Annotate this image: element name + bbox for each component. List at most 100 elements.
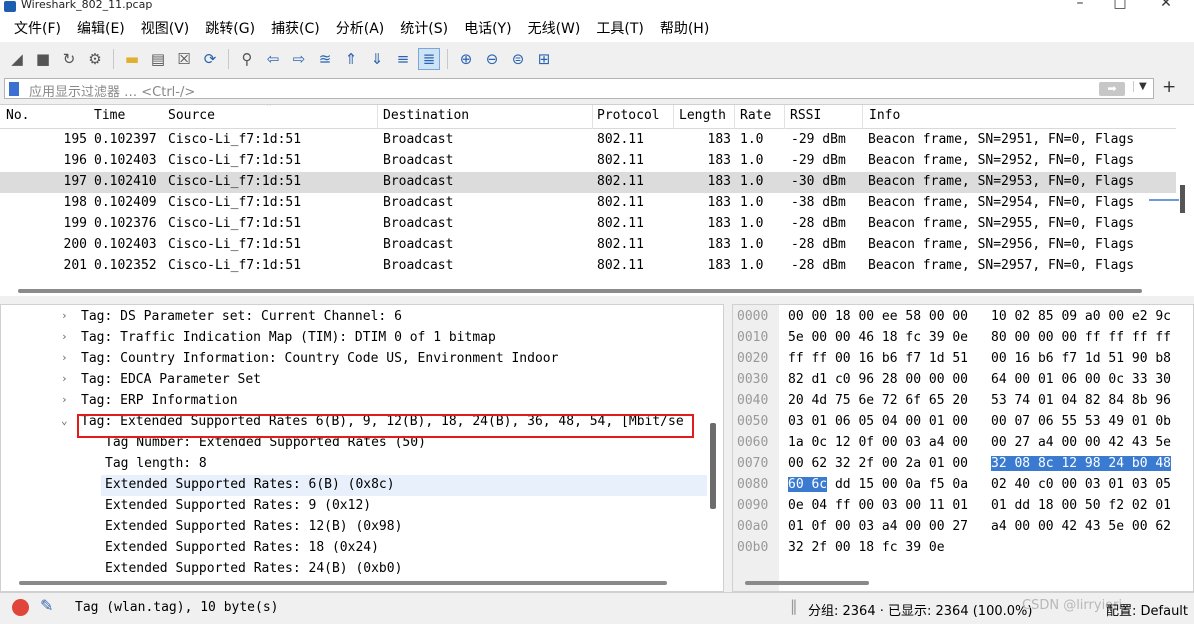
- hex-bytes-right[interactable]: 02 40 c0 00 03 01 03 05: [991, 477, 1171, 492]
- capture-comment-icon[interactable]: ✎: [40, 596, 53, 615]
- menu-tools[interactable]: 工具(T): [588, 18, 651, 38]
- hex-bytes-right[interactable]: 01 dd 18 00 50 f2 02 01: [991, 498, 1171, 513]
- packet-list-hscrollbar[interactable]: [18, 289, 1142, 293]
- expand-arrow-icon[interactable]: ›: [61, 330, 68, 343]
- hex-bytes-right[interactable]: 10 02 85 09 a0 00 e2 9c: [991, 309, 1171, 324]
- details-hscrollbar[interactable]: [19, 581, 667, 585]
- hex-bytes-right[interactable]: 53 74 01 04 82 84 8b 96: [991, 393, 1171, 408]
- menu-view[interactable]: 视图(V): [133, 18, 198, 38]
- open-folder-icon[interactable]: ▬: [121, 48, 143, 70]
- shark-fin-start-icon[interactable]: ◢: [6, 48, 28, 70]
- col-no[interactable]: No.: [6, 108, 29, 123]
- go-to-packet-icon[interactable]: ≊: [314, 48, 336, 70]
- save-file-icon[interactable]: ▤: [147, 48, 169, 70]
- hex-bytes-left[interactable]: ff ff 00 16 b6 f7 1d 51: [788, 351, 968, 366]
- detail-tree-item[interactable]: Extended Supported Rates: 6(B) (0x8c): [101, 475, 707, 496]
- minimize-button[interactable]: –: [1060, 0, 1100, 11]
- hex-bytes-right[interactable]: 00 07 06 55 53 49 01 0b: [991, 414, 1171, 429]
- col-source[interactable]: Source: [168, 108, 215, 123]
- hex-bytes-left[interactable]: 5e 00 00 46 18 fc 39 0e: [788, 330, 968, 345]
- zoom-in-icon[interactable]: ⊕: [455, 48, 477, 70]
- zoom-out-icon[interactable]: ⊖: [481, 48, 503, 70]
- menu-telephony[interactable]: 电话(Y): [456, 18, 519, 38]
- detail-tree-item[interactable]: › Tag: Traffic Indication Map (TIM): DTIM…: [1, 328, 709, 349]
- collapse-arrow-icon[interactable]: ⌄: [61, 414, 68, 427]
- hex-bytes-right[interactable]: 64 00 01 06 00 0c 33 30: [991, 372, 1171, 387]
- stop-icon[interactable]: ■: [32, 48, 54, 70]
- add-filter-button-icon[interactable]: +: [1162, 77, 1176, 97]
- menu-file[interactable]: 文件(F): [6, 18, 69, 38]
- details-scrollbar[interactable]: [710, 423, 716, 509]
- menu-statistics[interactable]: 统计(S): [392, 18, 456, 38]
- expand-arrow-icon[interactable]: ›: [61, 393, 68, 406]
- col-rssi[interactable]: RSSI: [790, 108, 821, 123]
- packet-bytes-pane[interactable]: 0000 00 00 18 00 ee 58 00 00 10 02 85 09 a…: [732, 304, 1194, 592]
- hex-bytes-left[interactable]: 1a 0c 12 0f 00 03 a4 00: [788, 435, 968, 450]
- bookmark-icon[interactable]: [9, 82, 19, 96]
- hex-bytes-right[interactable]: 80 00 00 00 ff ff ff ff: [991, 330, 1171, 345]
- close-file-icon[interactable]: ☒: [173, 48, 195, 70]
- packet-list-scrollbar[interactable]: [1180, 185, 1185, 213]
- detail-tree-item[interactable]: › Tag: EDCA Parameter Set: [1, 370, 709, 391]
- menu-help[interactable]: 帮助(H): [652, 18, 717, 38]
- col-protocol[interactable]: Protocol: [597, 108, 660, 123]
- status-profile[interactable]: 配置: Default: [1106, 600, 1188, 619]
- packet-row[interactable]: 196 0.102403 Cisco-Li_f7:1d:51 Broadcast 802…: [0, 151, 1176, 172]
- menu-edit[interactable]: 编辑(E): [69, 18, 133, 38]
- autoscroll-icon[interactable]: ≡: [392, 48, 414, 70]
- hex-bytes-left[interactable]: 00 00 18 00 ee 58 00 00: [788, 309, 968, 324]
- hex-bytes-right[interactable]: 00 16 b6 f7 1d 51 90 b8: [991, 351, 1171, 366]
- hex-bytes-left[interactable]: 01 0f 00 03 a4 00 00 27: [788, 519, 968, 534]
- hex-bytes-left[interactable]: 60 6c dd 15 00 0a f5 0a: [788, 477, 968, 492]
- hex-bytes-right[interactable]: 32 08 8c 12 98 24 b0 48: [991, 456, 1172, 471]
- packet-row[interactable]: 200 0.102403 Cisco-Li_f7:1d:51 Broadcast 802…: [0, 235, 1176, 256]
- detail-tree-item[interactable]: › Tag: Country Information: Country Code …: [1, 349, 709, 370]
- bytes-hscrollbar[interactable]: [745, 581, 869, 585]
- close-button[interactable]: ✕: [1146, 0, 1186, 11]
- menu-wireless[interactable]: 无线(W): [520, 18, 589, 38]
- maximize-button[interactable]: □: [1100, 0, 1140, 11]
- detail-tree-item[interactable]: Extended Supported Rates: 24(B) (0xb0): [1, 559, 709, 580]
- packet-list[interactable]: No. Time ⌃ Source Destination Protocol L…: [0, 104, 1194, 296]
- expand-arrow-icon[interactable]: ›: [61, 372, 68, 385]
- options-gear-icon[interactable]: ⚙: [84, 48, 106, 70]
- detail-tree-item[interactable]: Extended Supported Rates: 18 (0x24): [1, 538, 709, 559]
- hex-bytes-left[interactable]: 20 4d 75 6e 72 6f 65 20: [788, 393, 968, 408]
- expand-arrow-icon[interactable]: ›: [61, 309, 68, 322]
- detail-tree-item[interactable]: Tag length: 8: [1, 454, 709, 475]
- packet-row[interactable]: 195 0.102397 Cisco-Li_f7:1d:51 Broadcast 802…: [0, 130, 1176, 151]
- detail-tree-item[interactable]: Extended Supported Rates: 9 (0x12): [1, 496, 709, 517]
- resize-columns-icon[interactable]: ⊞: [533, 48, 555, 70]
- col-rate[interactable]: Rate: [740, 108, 771, 123]
- filter-dropdown-icon[interactable]: ▼: [1133, 81, 1147, 92]
- menu-capture[interactable]: 捕获(C): [263, 18, 328, 38]
- menu-go[interactable]: 跳转(G): [197, 18, 263, 38]
- packet-row[interactable]: 197 0.102410 Cisco-Li_f7:1d:51 Broadcast 802…: [0, 172, 1176, 193]
- expand-arrow-icon[interactable]: ›: [61, 351, 68, 364]
- detail-tree-item[interactable]: › Tag: DS Parameter set: Current Channel:…: [1, 307, 709, 328]
- colorize-icon[interactable]: ≣: [418, 48, 440, 70]
- packet-row[interactable]: 198 0.102409 Cisco-Li_f7:1d:51 Broadcast 802…: [0, 193, 1176, 214]
- hex-bytes-left[interactable]: 03 01 06 05 04 00 01 00: [788, 414, 968, 429]
- restart-icon[interactable]: ↻: [58, 48, 80, 70]
- normal-size-icon[interactable]: ⊜: [507, 48, 529, 70]
- reload-icon[interactable]: ⟳: [199, 48, 221, 70]
- pane-splitter[interactable]: [0, 296, 1194, 304]
- last-packet-icon[interactable]: ⇓: [366, 48, 388, 70]
- col-length[interactable]: Length: [679, 108, 726, 123]
- packet-row[interactable]: 201 0.102352 Cisco-Li_f7:1d:51 Broadcast 802…: [0, 256, 1176, 277]
- hex-bytes-left[interactable]: 32 2f 00 18 fc 39 0e: [788, 540, 945, 555]
- first-packet-icon[interactable]: ⇑: [340, 48, 362, 70]
- back-arrow-icon[interactable]: ⇦: [262, 48, 284, 70]
- detail-tree-item[interactable]: Extended Supported Rates: 12(B) (0x98): [1, 517, 709, 538]
- hex-bytes-right[interactable]: 00 27 a4 00 00 42 43 5e: [991, 435, 1171, 450]
- apply-filter-arrow-icon[interactable]: ➡: [1099, 82, 1125, 96]
- menu-analyze[interactable]: 分析(A): [328, 18, 393, 38]
- hex-bytes-left[interactable]: 0e 04 ff 00 03 00 11 01: [788, 498, 968, 513]
- hex-bytes-right[interactable]: a4 00 00 42 43 5e 00 62: [991, 519, 1171, 534]
- expert-info-icon[interactable]: [12, 599, 29, 616]
- packet-details-pane[interactable]: › Tag: DS Parameter set: Current Channel:…: [0, 304, 724, 592]
- forward-arrow-icon[interactable]: ⇨: [288, 48, 310, 70]
- col-destination[interactable]: Destination: [383, 108, 469, 123]
- detail-tree-item[interactable]: › Tag: ERP Information: [1, 391, 709, 412]
